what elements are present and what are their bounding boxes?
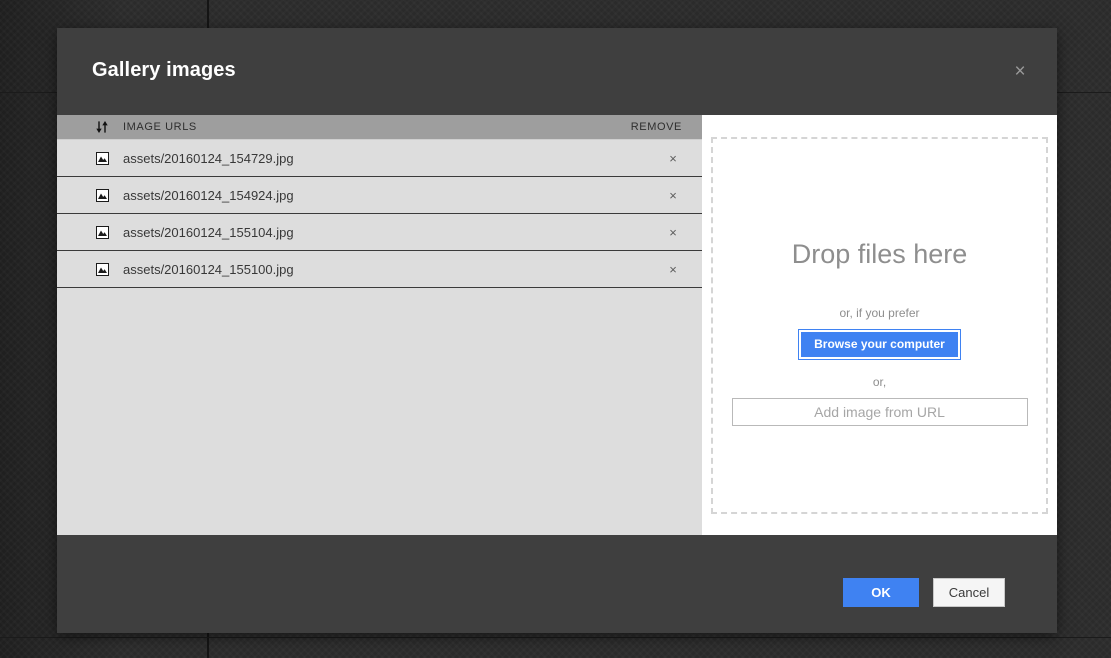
- image-url-text: assets/20160124_154924.jpg: [123, 187, 294, 203]
- modal-body: IMAGE URLS REMOVE assets/20160124_154729…: [57, 115, 1057, 535]
- modal-footer: OK Cancel: [57, 535, 1057, 633]
- table-row[interactable]: assets/20160124_154729.jpg ×: [57, 139, 702, 177]
- dropzone-or-label: or,: [872, 375, 887, 389]
- remove-row-button[interactable]: ×: [666, 188, 680, 203]
- table-row[interactable]: assets/20160124_155104.jpg ×: [57, 214, 702, 251]
- drop-panel: Drop files here or, if you prefer Browse…: [702, 115, 1057, 535]
- image-thumbnail-icon: [93, 151, 111, 165]
- image-url-text: assets/20160124_154729.jpg: [123, 150, 294, 166]
- dropzone-or-prefer-label: or, if you prefer: [839, 306, 920, 320]
- dropzone-headline: Drop files here: [791, 239, 968, 269]
- gallery-images-modal: Gallery images × IMAGE URLS REMOVE asset…: [57, 28, 1057, 633]
- image-thumbnail-icon: [93, 225, 111, 239]
- image-list-header: IMAGE URLS REMOVE: [57, 115, 702, 139]
- modal-header: Gallery images ×: [57, 28, 1057, 115]
- add-image-from-url-input[interactable]: [731, 398, 1028, 426]
- column-header-image-urls: IMAGE URLS: [123, 121, 197, 133]
- remove-row-button[interactable]: ×: [666, 225, 680, 240]
- image-thumbnail-icon: [93, 262, 111, 276]
- table-row[interactable]: assets/20160124_155100.jpg ×: [57, 251, 702, 288]
- file-dropzone[interactable]: Drop files here or, if you prefer Browse…: [711, 137, 1048, 514]
- cancel-button[interactable]: Cancel: [933, 578, 1005, 607]
- sort-updown-icon[interactable]: [93, 120, 111, 134]
- ok-button[interactable]: OK: [843, 578, 919, 607]
- column-header-remove: REMOVE: [630, 121, 682, 133]
- image-url-text: assets/20160124_155100.jpg: [123, 261, 294, 277]
- image-thumbnail-icon: [93, 188, 111, 202]
- backdrop-horizontal-divider-bottom: [0, 637, 1111, 638]
- remove-row-button[interactable]: ×: [666, 151, 680, 166]
- remove-row-button[interactable]: ×: [666, 262, 680, 277]
- image-list-rows: assets/20160124_154729.jpg × assets/201601…: [57, 139, 702, 288]
- page-title: Gallery images: [92, 59, 236, 81]
- table-row[interactable]: assets/20160124_154924.jpg ×: [57, 177, 702, 214]
- image-list-panel: IMAGE URLS REMOVE assets/20160124_154729…: [57, 115, 702, 535]
- close-icon[interactable]: ×: [1009, 61, 1031, 83]
- browse-your-computer-button[interactable]: Browse your computer: [798, 329, 961, 360]
- image-url-text: assets/20160124_155104.jpg: [123, 224, 294, 240]
- footer-actions: OK Cancel: [843, 578, 1005, 607]
